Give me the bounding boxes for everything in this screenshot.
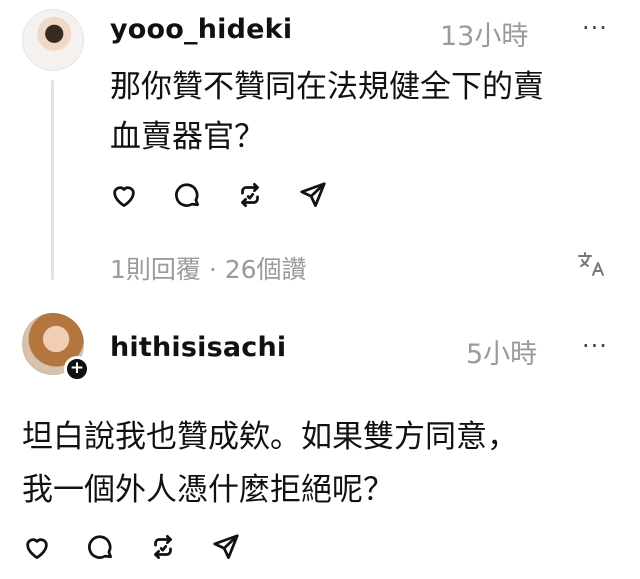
post2-action-bar [22, 532, 274, 562]
post1-text-line1: 那你贊不贊同在法規健全下的賣 [110, 69, 544, 105]
share-icon[interactable] [298, 180, 328, 210]
avatar[interactable] [22, 9, 84, 71]
thread-connector-line [51, 80, 54, 280]
post1-timestamp: 13小時 [440, 21, 529, 52]
comment-icon[interactable] [172, 180, 202, 210]
repost-icon[interactable] [148, 532, 178, 562]
meta-separator: · [200, 255, 225, 284]
post1-more-button[interactable]: ··· [582, 14, 608, 42]
post1-username[interactable]: yooo_hideki [110, 14, 292, 45]
post2-text-line2: 我一個外人憑什麼拒絕呢？ [22, 472, 394, 508]
heart-icon[interactable] [22, 532, 52, 562]
post2-username[interactable]: hithisisachi [110, 332, 286, 363]
heart-icon[interactable] [109, 180, 139, 210]
post1-meta: 1則回覆 · 26個讚 [110, 250, 307, 286]
translate-icon[interactable] [576, 250, 608, 278]
reply-count-link[interactable]: 1則回覆 [110, 255, 201, 284]
post2-text-line1: 坦白說我也贊成欸。如果雙方同意， [22, 419, 518, 455]
comment-icon[interactable] [85, 532, 115, 562]
share-icon[interactable] [211, 532, 241, 562]
like-count-link[interactable]: 26個讚 [225, 255, 307, 284]
post1-action-bar [109, 180, 361, 210]
post2-timestamp: 5小時 [466, 339, 538, 370]
post2-more-button[interactable]: ··· [582, 332, 608, 360]
post1-text-line2: 血賣器官？ [110, 119, 265, 155]
follow-plus-icon[interactable]: + [64, 356, 90, 382]
repost-icon[interactable] [235, 180, 265, 210]
